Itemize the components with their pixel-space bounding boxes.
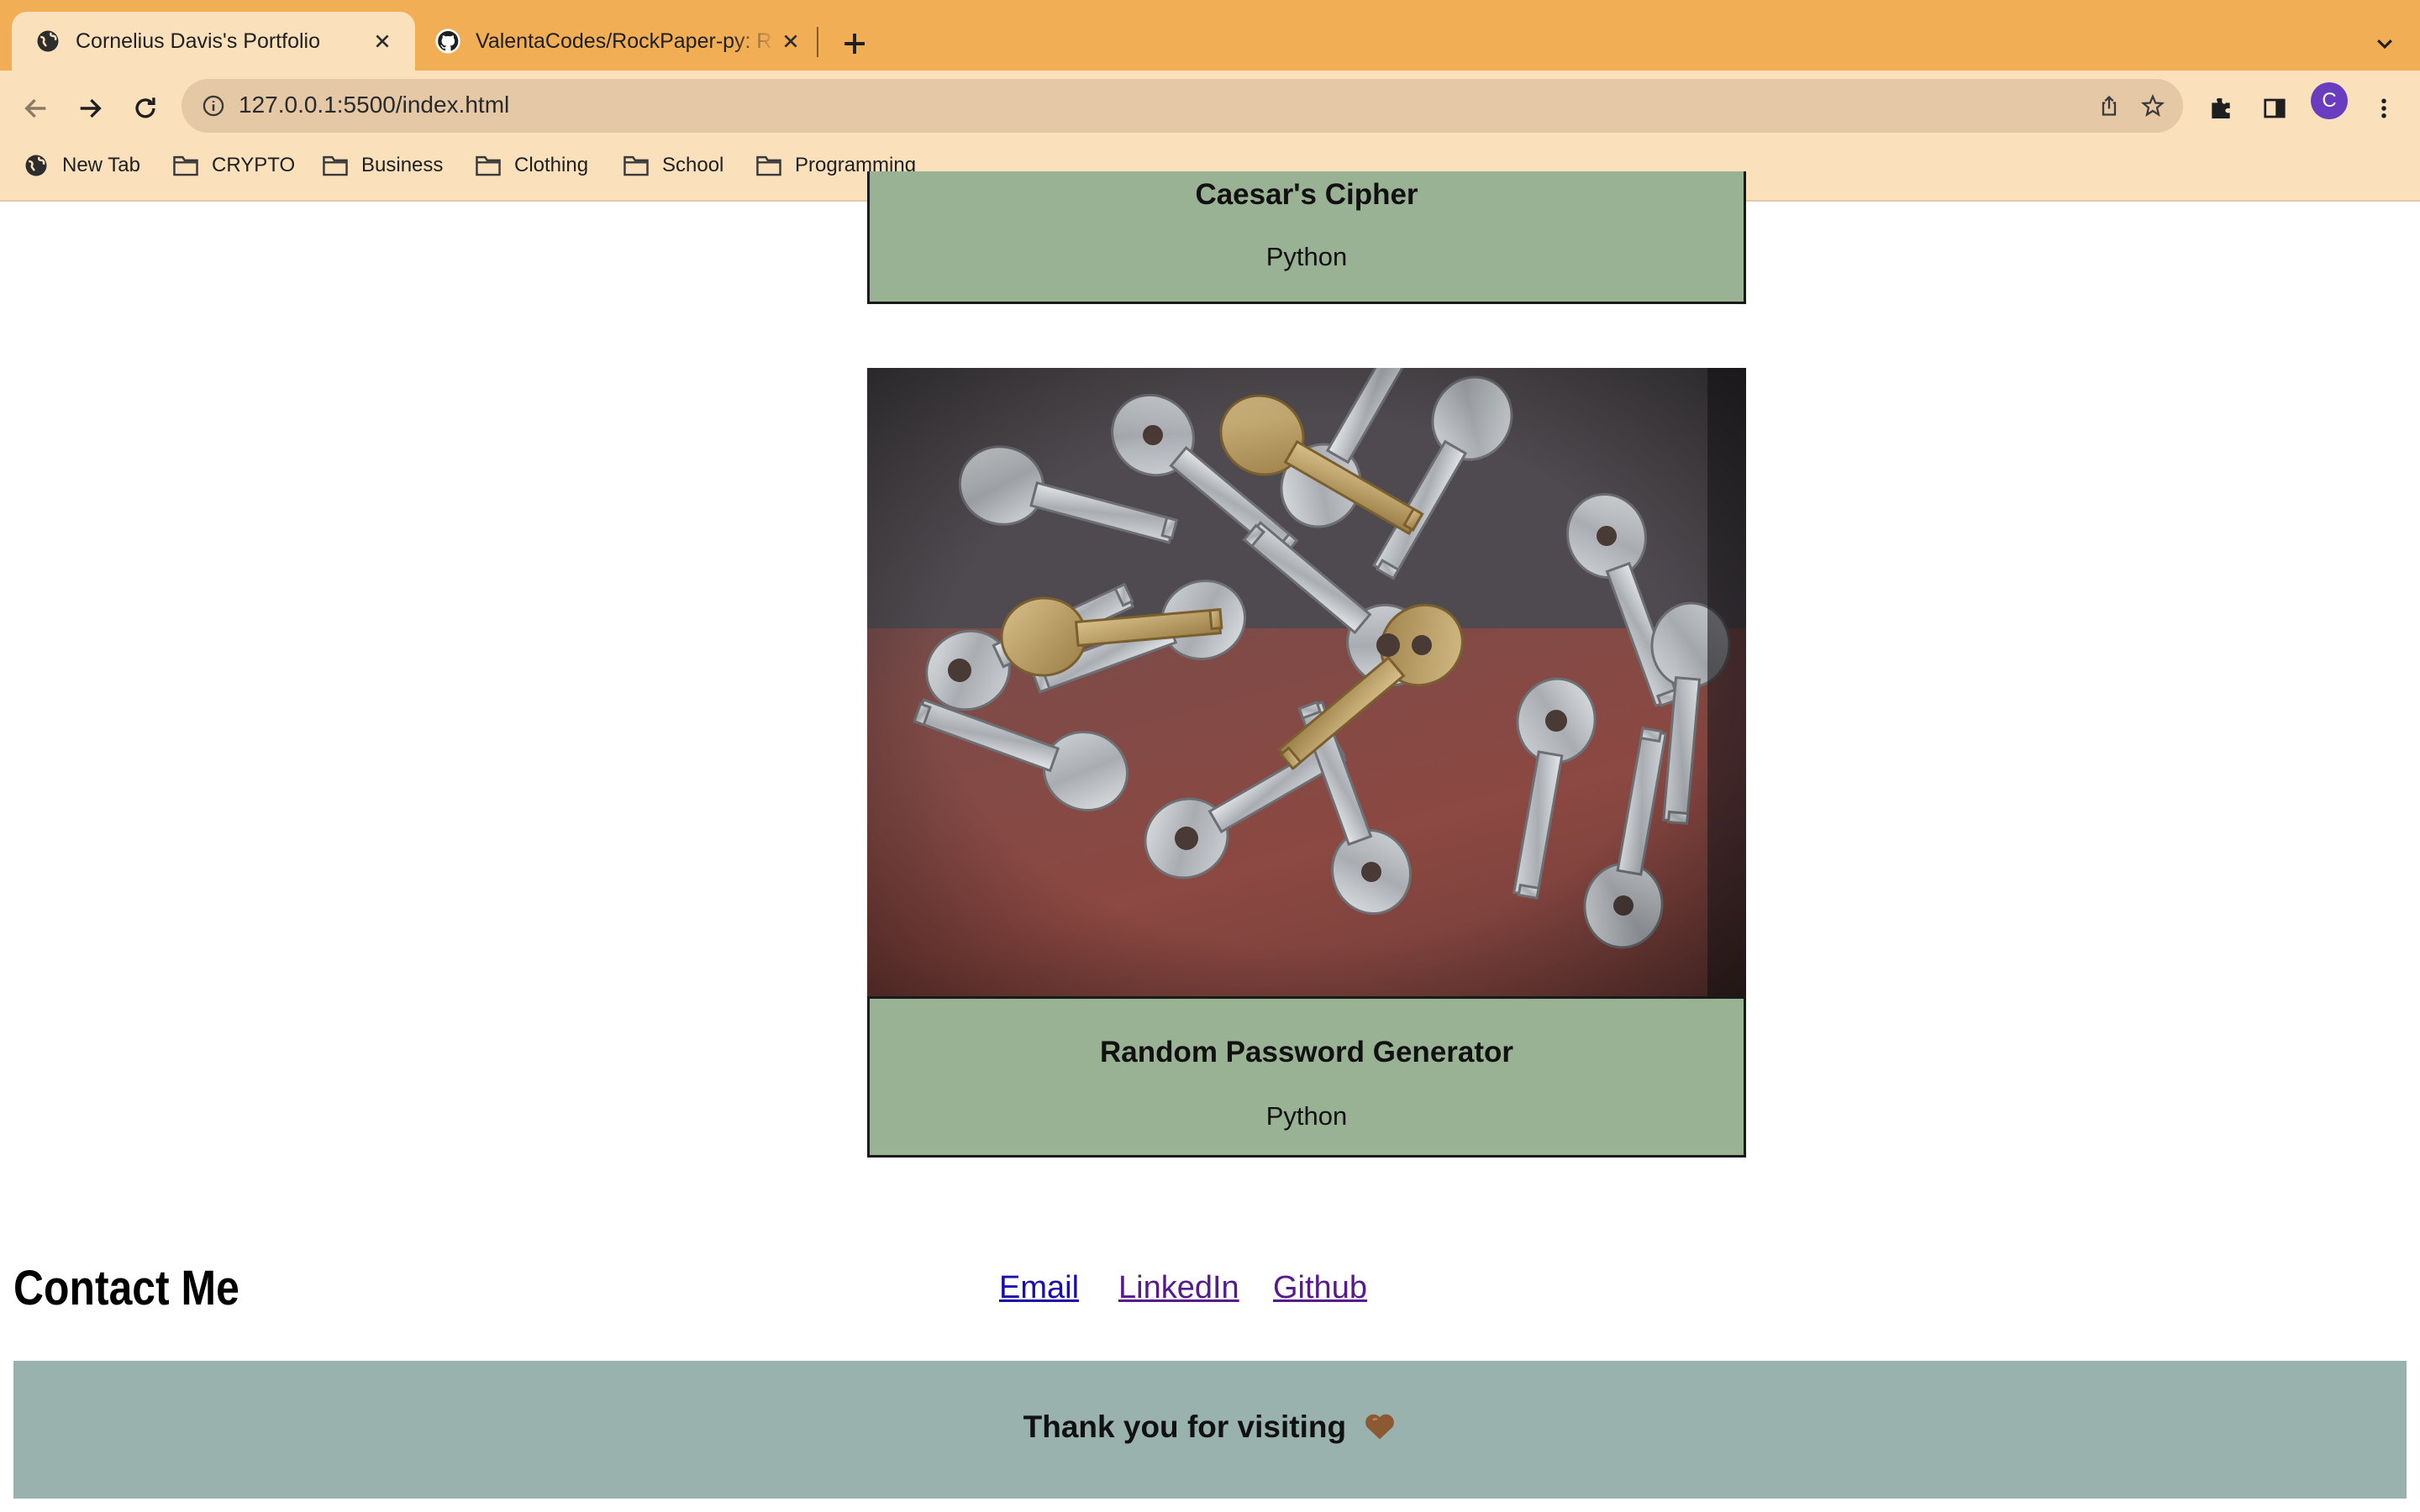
share-icon[interactable] [2092,89,2126,123]
tab-separator [817,27,818,57]
profile-avatar[interactable]: C [2311,82,2348,119]
keys-photo [867,368,1746,996]
tab-strip: Cornelius Davis's Portfolio ValentaCodes… [0,0,2420,71]
linkedin-link[interactable]: LinkedIn [1118,1270,1239,1306]
bookmark-folder-clothing[interactable]: Clothing [474,143,588,188]
url-text: 127.0.0.1:5500/index.html [239,92,510,118]
bookmark-folder-crypto[interactable]: CRYPTO [171,143,295,188]
project-title: Caesar's Cipher [1195,178,1418,211]
reload-icon[interactable] [119,82,171,134]
project-card-caesars-cipher: Caesar's Cipher Python [867,171,1746,304]
close-tab-icon[interactable] [776,27,805,55]
bookmark-label: Business [361,154,444,176]
footer-text: Thank you for visiting [1023,1410,1347,1444]
new-tab-icon[interactable] [836,25,873,62]
chevron-down-icon[interactable] [2366,25,2403,62]
project-language: Python [1265,1101,1348,1131]
side-panel-icon[interactable] [2249,82,2301,134]
project-language: Python [1265,242,1348,271]
globe-icon [34,27,62,55]
github-icon [434,27,462,55]
bookmark-label: School [662,154,724,176]
bookmark-folder-school[interactable]: School [622,143,723,188]
folder-icon [622,151,650,180]
folder-icon [171,151,200,180]
contact-heading: Contact Me [13,1261,239,1315]
menu-kebab-icon[interactable] [2358,82,2410,134]
email-link[interactable]: Email [999,1270,1079,1306]
github-link[interactable]: Github [1273,1270,1367,1306]
site-info-icon[interactable] [198,91,229,121]
footer-message: Thank you for visiting [13,1410,2407,1448]
forward-icon[interactable] [64,82,116,134]
tab-github-repo[interactable]: ValentaCodes/RockPaper-py: R [429,12,815,71]
close-tab-icon[interactable] [368,27,397,55]
project-card-password-generator: Random Password Generator Python [867,996,1746,1158]
globe-icon [22,151,50,180]
tab-title: Cornelius Davis's Portfolio [76,29,320,53]
folder-icon [474,151,502,180]
folder-icon [321,151,350,180]
bookmark-label: Clothing [514,154,589,176]
tab-title: ValentaCodes/RockPaper-py: R [476,29,772,53]
extensions-icon[interactable] [2195,82,2247,134]
bookmark-new-tab[interactable]: New Tab [22,143,140,188]
bookmark-label: CRYPTO [212,154,296,176]
brown-heart-icon [1363,1410,1397,1448]
project-title: Random Password Generator [1099,1036,1514,1068]
bookmark-star-icon[interactable] [2136,89,2170,123]
folder-icon [755,151,783,180]
tab-portfolio[interactable]: Cornelius Davis's Portfolio [12,12,415,71]
address-bar[interactable]: 127.0.0.1:5500/index.html [182,79,2183,133]
bookmark-folder-business[interactable]: Business [321,143,443,188]
footer: Thank you for visiting [13,1361,2407,1499]
bookmark-label: New Tab [62,154,140,176]
back-icon[interactable] [10,82,62,134]
